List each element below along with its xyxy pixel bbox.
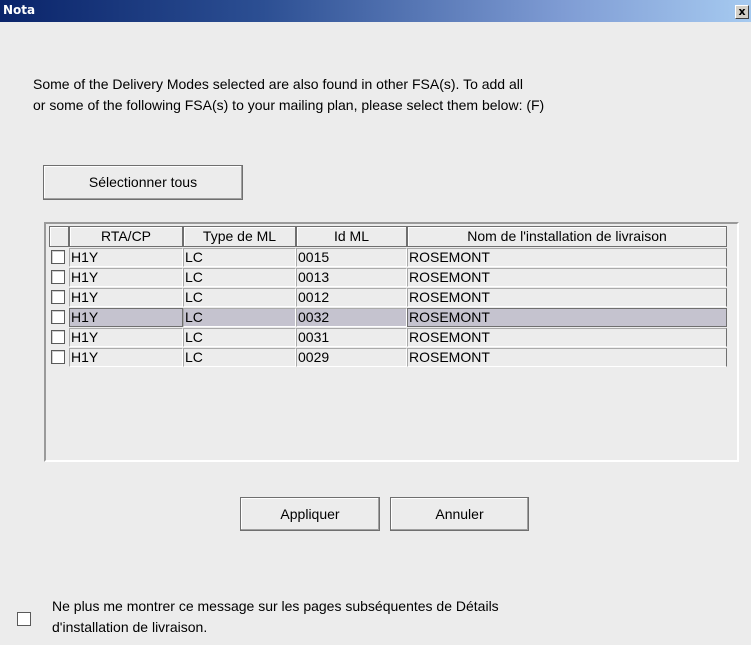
row-checkbox[interactable] (51, 290, 65, 304)
fsa-table: RTA/CP Type de ML Id ML Nom de l'install… (44, 222, 739, 462)
row-checkbox-cell[interactable] (49, 348, 69, 367)
type-cell[interactable]: LC (183, 348, 296, 367)
name-cell[interactable]: ROSEMONT (407, 268, 727, 287)
select-all-button[interactable]: Sélectionner tous (43, 165, 243, 200)
rta-cell[interactable]: H1Y (69, 248, 183, 267)
rta-cell[interactable]: H1Y (69, 328, 183, 347)
row-checkbox-cell[interactable] (49, 328, 69, 347)
row-checkbox-cell[interactable] (49, 288, 69, 307)
header-type-ml[interactable]: Type de ML (183, 226, 296, 247)
id-cell[interactable]: 0029 (296, 348, 407, 367)
rta-cell[interactable]: H1Y (69, 288, 183, 307)
id-cell[interactable]: 0012 (296, 288, 407, 307)
rta-cell[interactable]: H1Y (69, 308, 183, 327)
name-cell[interactable]: ROSEMONT (407, 328, 727, 347)
type-cell[interactable]: LC (183, 248, 296, 267)
rta-cell[interactable]: H1Y (69, 268, 183, 287)
window-title: Nota (3, 3, 36, 17)
name-cell[interactable]: ROSEMONT (407, 348, 727, 367)
row-checkbox[interactable] (51, 310, 65, 324)
apply-button[interactable]: Appliquer (240, 497, 380, 531)
header-id-ml[interactable]: Id ML (296, 226, 407, 247)
message-line-2: or some of the following FSA(s) to your … (33, 97, 545, 113)
type-cell[interactable]: LC (183, 268, 296, 287)
message-line-1: Some of the Delivery Modes selected are … (33, 76, 523, 92)
row-checkbox-cell[interactable] (49, 248, 69, 267)
row-checkbox-cell[interactable] (49, 308, 69, 327)
name-cell[interactable]: ROSEMONT (407, 248, 727, 267)
close-button[interactable]: x (735, 5, 749, 19)
type-cell[interactable]: LC (183, 288, 296, 307)
row-checkbox[interactable] (51, 350, 65, 364)
id-cell[interactable]: 0032 (296, 308, 407, 327)
row-checkbox[interactable] (51, 250, 65, 264)
name-cell[interactable]: ROSEMONT (407, 308, 727, 327)
row-checkbox-cell[interactable] (49, 268, 69, 287)
dont-show-again-checkbox[interactable] (17, 612, 31, 626)
id-cell[interactable]: 0031 (296, 328, 407, 347)
row-checkbox[interactable] (51, 270, 65, 284)
cancel-button[interactable]: Annuler (390, 497, 529, 531)
dont-show-again-label: Ne plus me montrer ce message sur les pa… (52, 596, 732, 638)
rta-cell[interactable]: H1Y (69, 348, 183, 367)
footer-line-1: Ne plus me montrer ce message sur les pa… (52, 598, 499, 614)
title-bar: Nota x (0, 0, 751, 22)
footer-line-2: d'installation de livraison. (52, 619, 208, 635)
row-checkbox[interactable] (51, 330, 65, 344)
name-cell[interactable]: ROSEMONT (407, 288, 727, 307)
type-cell[interactable]: LC (183, 308, 296, 327)
header-rta-cp[interactable]: RTA/CP (69, 226, 183, 247)
message-text: Some of the Delivery Modes selected are … (33, 74, 738, 116)
header-installation-name[interactable]: Nom de l'installation de livraison (407, 226, 727, 247)
id-cell[interactable]: 0013 (296, 268, 407, 287)
header-checkbox-column[interactable] (49, 226, 69, 247)
type-cell[interactable]: LC (183, 328, 296, 347)
id-cell[interactable]: 0015 (296, 248, 407, 267)
